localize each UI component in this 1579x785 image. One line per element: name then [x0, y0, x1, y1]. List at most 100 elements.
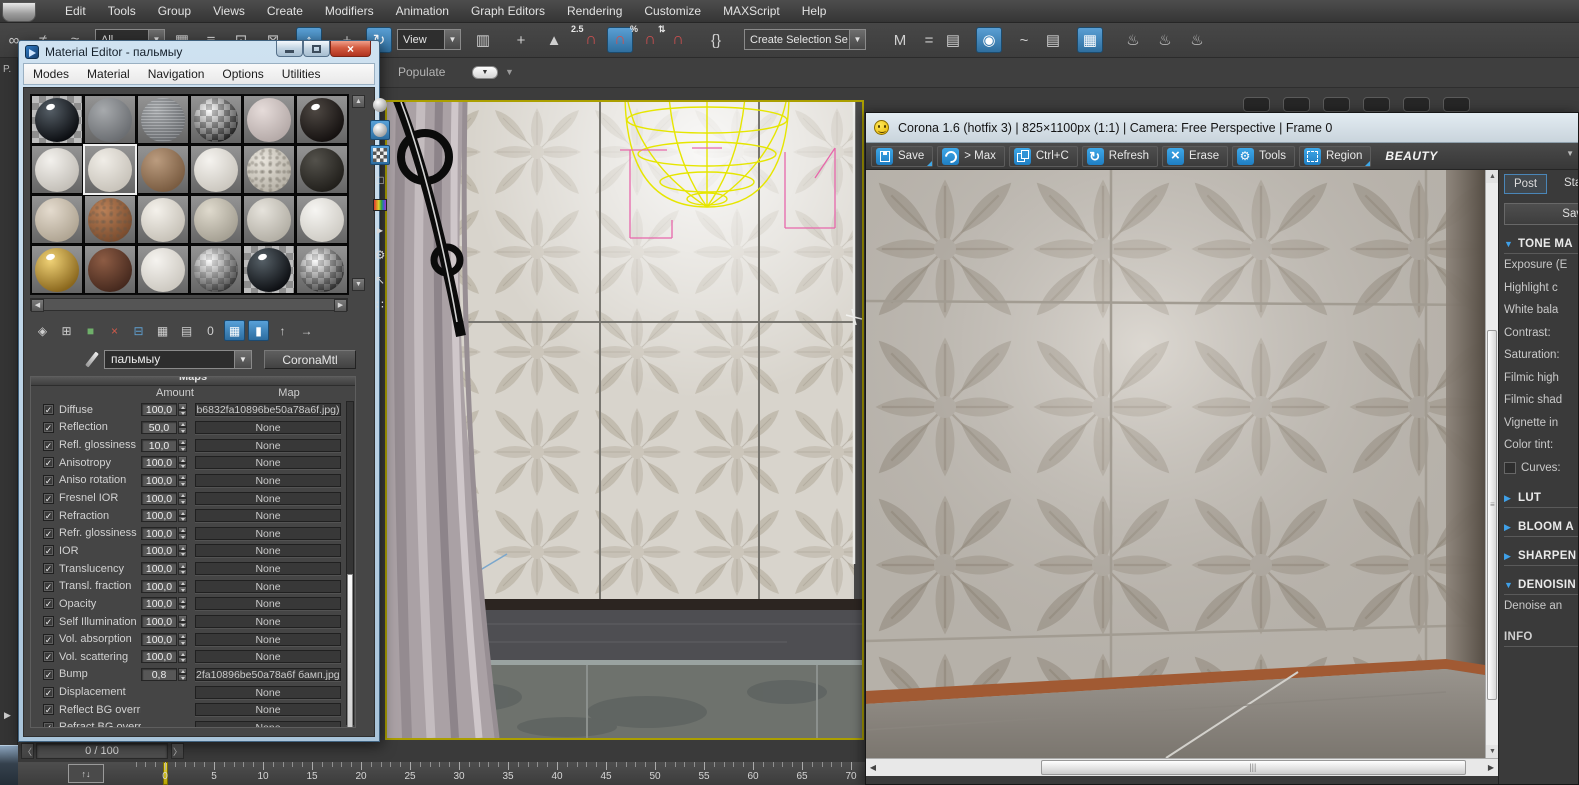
scroll-right-icon[interactable]: ▶	[1484, 759, 1498, 776]
parameter-checkbox[interactable]: ✓	[43, 475, 54, 486]
parameter-checkbox[interactable]: ✓	[43, 704, 54, 715]
parameter-checkbox[interactable]: ✓	[43, 616, 54, 627]
amount-spinner[interactable]	[178, 580, 187, 593]
vfb-vertical-scrollbar[interactable]: ▲ ▼	[1485, 170, 1498, 758]
amount-spinner[interactable]	[178, 615, 187, 628]
close-button[interactable]: ×	[330, 41, 371, 57]
menu-tools[interactable]: Tools	[97, 1, 147, 21]
chevron-down-icon[interactable]: ▼	[505, 67, 514, 77]
map-slot-button[interactable]: None	[195, 686, 341, 699]
menu-views[interactable]: Views	[202, 1, 256, 21]
material-slot[interactable]	[31, 145, 83, 194]
amount-field[interactable]: 100,0	[141, 633, 177, 646]
tab-post[interactable]: Post	[1504, 174, 1547, 194]
menu-group[interactable]: Group	[147, 1, 202, 21]
next-frame-button[interactable]: 〉	[171, 743, 184, 759]
parameter-checkbox[interactable]: ✓	[43, 669, 54, 680]
material-slot[interactable]	[137, 195, 189, 244]
go-forward-to-sibling-icon[interactable]: →	[296, 320, 317, 341]
material-slot[interactable]	[137, 145, 189, 194]
amount-spinner[interactable]	[178, 597, 187, 610]
spinner-snap-icon[interactable]: ∩⇅	[665, 27, 691, 53]
scroll-left-icon[interactable]: ◀	[31, 299, 44, 312]
menu-modifiers[interactable]: Modifiers	[314, 1, 385, 21]
material-slot[interactable]	[84, 145, 136, 194]
timeline-ruler[interactable]: 0510152025303540455055606570	[110, 762, 865, 785]
layer-manager-icon[interactable]: ▤	[940, 27, 966, 53]
amount-spinner[interactable]	[178, 492, 187, 505]
parameter-checkbox[interactable]: ✓	[43, 457, 54, 468]
section-info[interactable]: INFO	[1504, 631, 1578, 647]
amount-field[interactable]: 0,8	[141, 668, 177, 681]
perspective-viewport[interactable]	[385, 100, 864, 740]
menu-edit[interactable]: Edit	[54, 1, 97, 21]
collapse-triangle-icon[interactable]: ▼	[1504, 580, 1513, 590]
me-menu-modes[interactable]: Modes	[24, 65, 78, 83]
map-slot-button[interactable]: None	[195, 509, 341, 522]
material-slot[interactable]	[243, 245, 295, 294]
transform-gizmo-icon[interactable]: +	[508, 27, 534, 53]
tab-stat[interactable]: Stat	[1555, 174, 1578, 194]
menu-customize[interactable]: Customize	[633, 1, 712, 21]
checkbox[interactable]	[1504, 462, 1516, 474]
view-dropdown[interactable]: View ▼	[397, 29, 461, 50]
material-slot[interactable]	[296, 195, 348, 244]
material-map-navigator-icon[interactable]: ∷	[370, 295, 390, 315]
menu-animation[interactable]: Animation	[385, 1, 460, 21]
me-menu-material[interactable]: Material	[78, 65, 139, 83]
parameter-checkbox[interactable]: ✓	[43, 545, 54, 556]
populate-tab[interactable]: Populate	[398, 65, 445, 79]
options-icon[interactable]: ⚙	[370, 245, 390, 265]
parameter-checkbox[interactable]: ✓	[43, 581, 54, 592]
get-material-icon[interactable]: ◈	[32, 320, 53, 341]
align-icon[interactable]: =	[916, 27, 942, 53]
material-slot[interactable]	[296, 145, 348, 194]
parameter-checkbox[interactable]: ✓	[43, 404, 54, 415]
maps-rollout-header[interactable]: Maps	[31, 377, 355, 386]
amount-spinner[interactable]	[178, 474, 187, 487]
chevron-down-icon[interactable]: ▼	[1566, 149, 1574, 158]
expand-triangle-icon[interactable]: ▶	[1504, 551, 1513, 562]
render-production-icon[interactable]: ♨	[1152, 27, 1178, 53]
scroll-up-icon[interactable]: ▲	[352, 95, 365, 108]
previous-frame-button[interactable]: 〈	[21, 743, 34, 759]
menu-create[interactable]: Create	[256, 1, 314, 21]
corona-vfb-titlebar[interactable]: Corona 1.6 (hotfix 3) | 825×1100px (1:1)…	[866, 113, 1578, 143]
material-slot[interactable]	[243, 95, 295, 144]
trackbar-filter-icon[interactable]: ↑↓	[68, 764, 104, 783]
amount-field[interactable]: 100,0	[141, 527, 177, 540]
material-slot[interactable]	[31, 95, 83, 144]
parameter-checkbox[interactable]: ✓	[43, 687, 54, 698]
map-slot-button[interactable]: None	[195, 527, 341, 540]
pivot-surface-icon[interactable]: ▲	[541, 27, 567, 53]
scrollbar-thumb[interactable]	[1487, 330, 1497, 700]
sample-slots-scrollbar[interactable]: ▲ ▼	[352, 95, 365, 292]
rendered-frame-window-icon[interactable]: ♨	[1120, 27, 1146, 53]
edit-named-selections-icon[interactable]: {}	[703, 27, 729, 53]
ribbon-collapse-pill[interactable]: ▼	[472, 66, 498, 79]
scrollbar-thumb[interactable]	[347, 574, 353, 728]
section-lut[interactable]: ▶LUT	[1504, 492, 1578, 508]
make-material-copy-icon[interactable]: ⊟	[128, 320, 149, 341]
reset-map-icon[interactable]: ×	[104, 320, 125, 341]
map-slot-button[interactable]: None	[195, 456, 341, 469]
snap-marker-icon[interactable]: ▥	[470, 27, 496, 53]
material-slot[interactable]	[84, 95, 136, 144]
amount-field[interactable]: 100,0	[141, 562, 177, 575]
chevron-down-icon[interactable]: ▼	[849, 30, 865, 49]
material-name-dropdown[interactable]: пальмыу ▼	[104, 350, 252, 369]
amount-spinner[interactable]	[178, 527, 187, 540]
assign-material-to-selection-icon[interactable]: ■	[80, 320, 101, 341]
me-menu-navigation[interactable]: Navigation	[139, 65, 214, 83]
scrollbar-thumb[interactable]	[1041, 760, 1466, 775]
material-id-channel-icon[interactable]: 0	[200, 320, 221, 341]
material-slot[interactable]	[190, 95, 242, 144]
menu-help[interactable]: Help	[791, 1, 838, 21]
map-slot-button[interactable]: None	[195, 474, 341, 487]
amount-field[interactable]: 100,0	[141, 597, 177, 610]
scroll-down-icon[interactable]: ▼	[352, 278, 365, 291]
material-slot[interactable]	[31, 245, 83, 294]
go-to-parent-icon[interactable]: ↑	[272, 320, 293, 341]
parameter-checkbox[interactable]: ✓	[43, 422, 54, 433]
section-bloom-a[interactable]: ▶BLOOM A	[1504, 521, 1578, 537]
